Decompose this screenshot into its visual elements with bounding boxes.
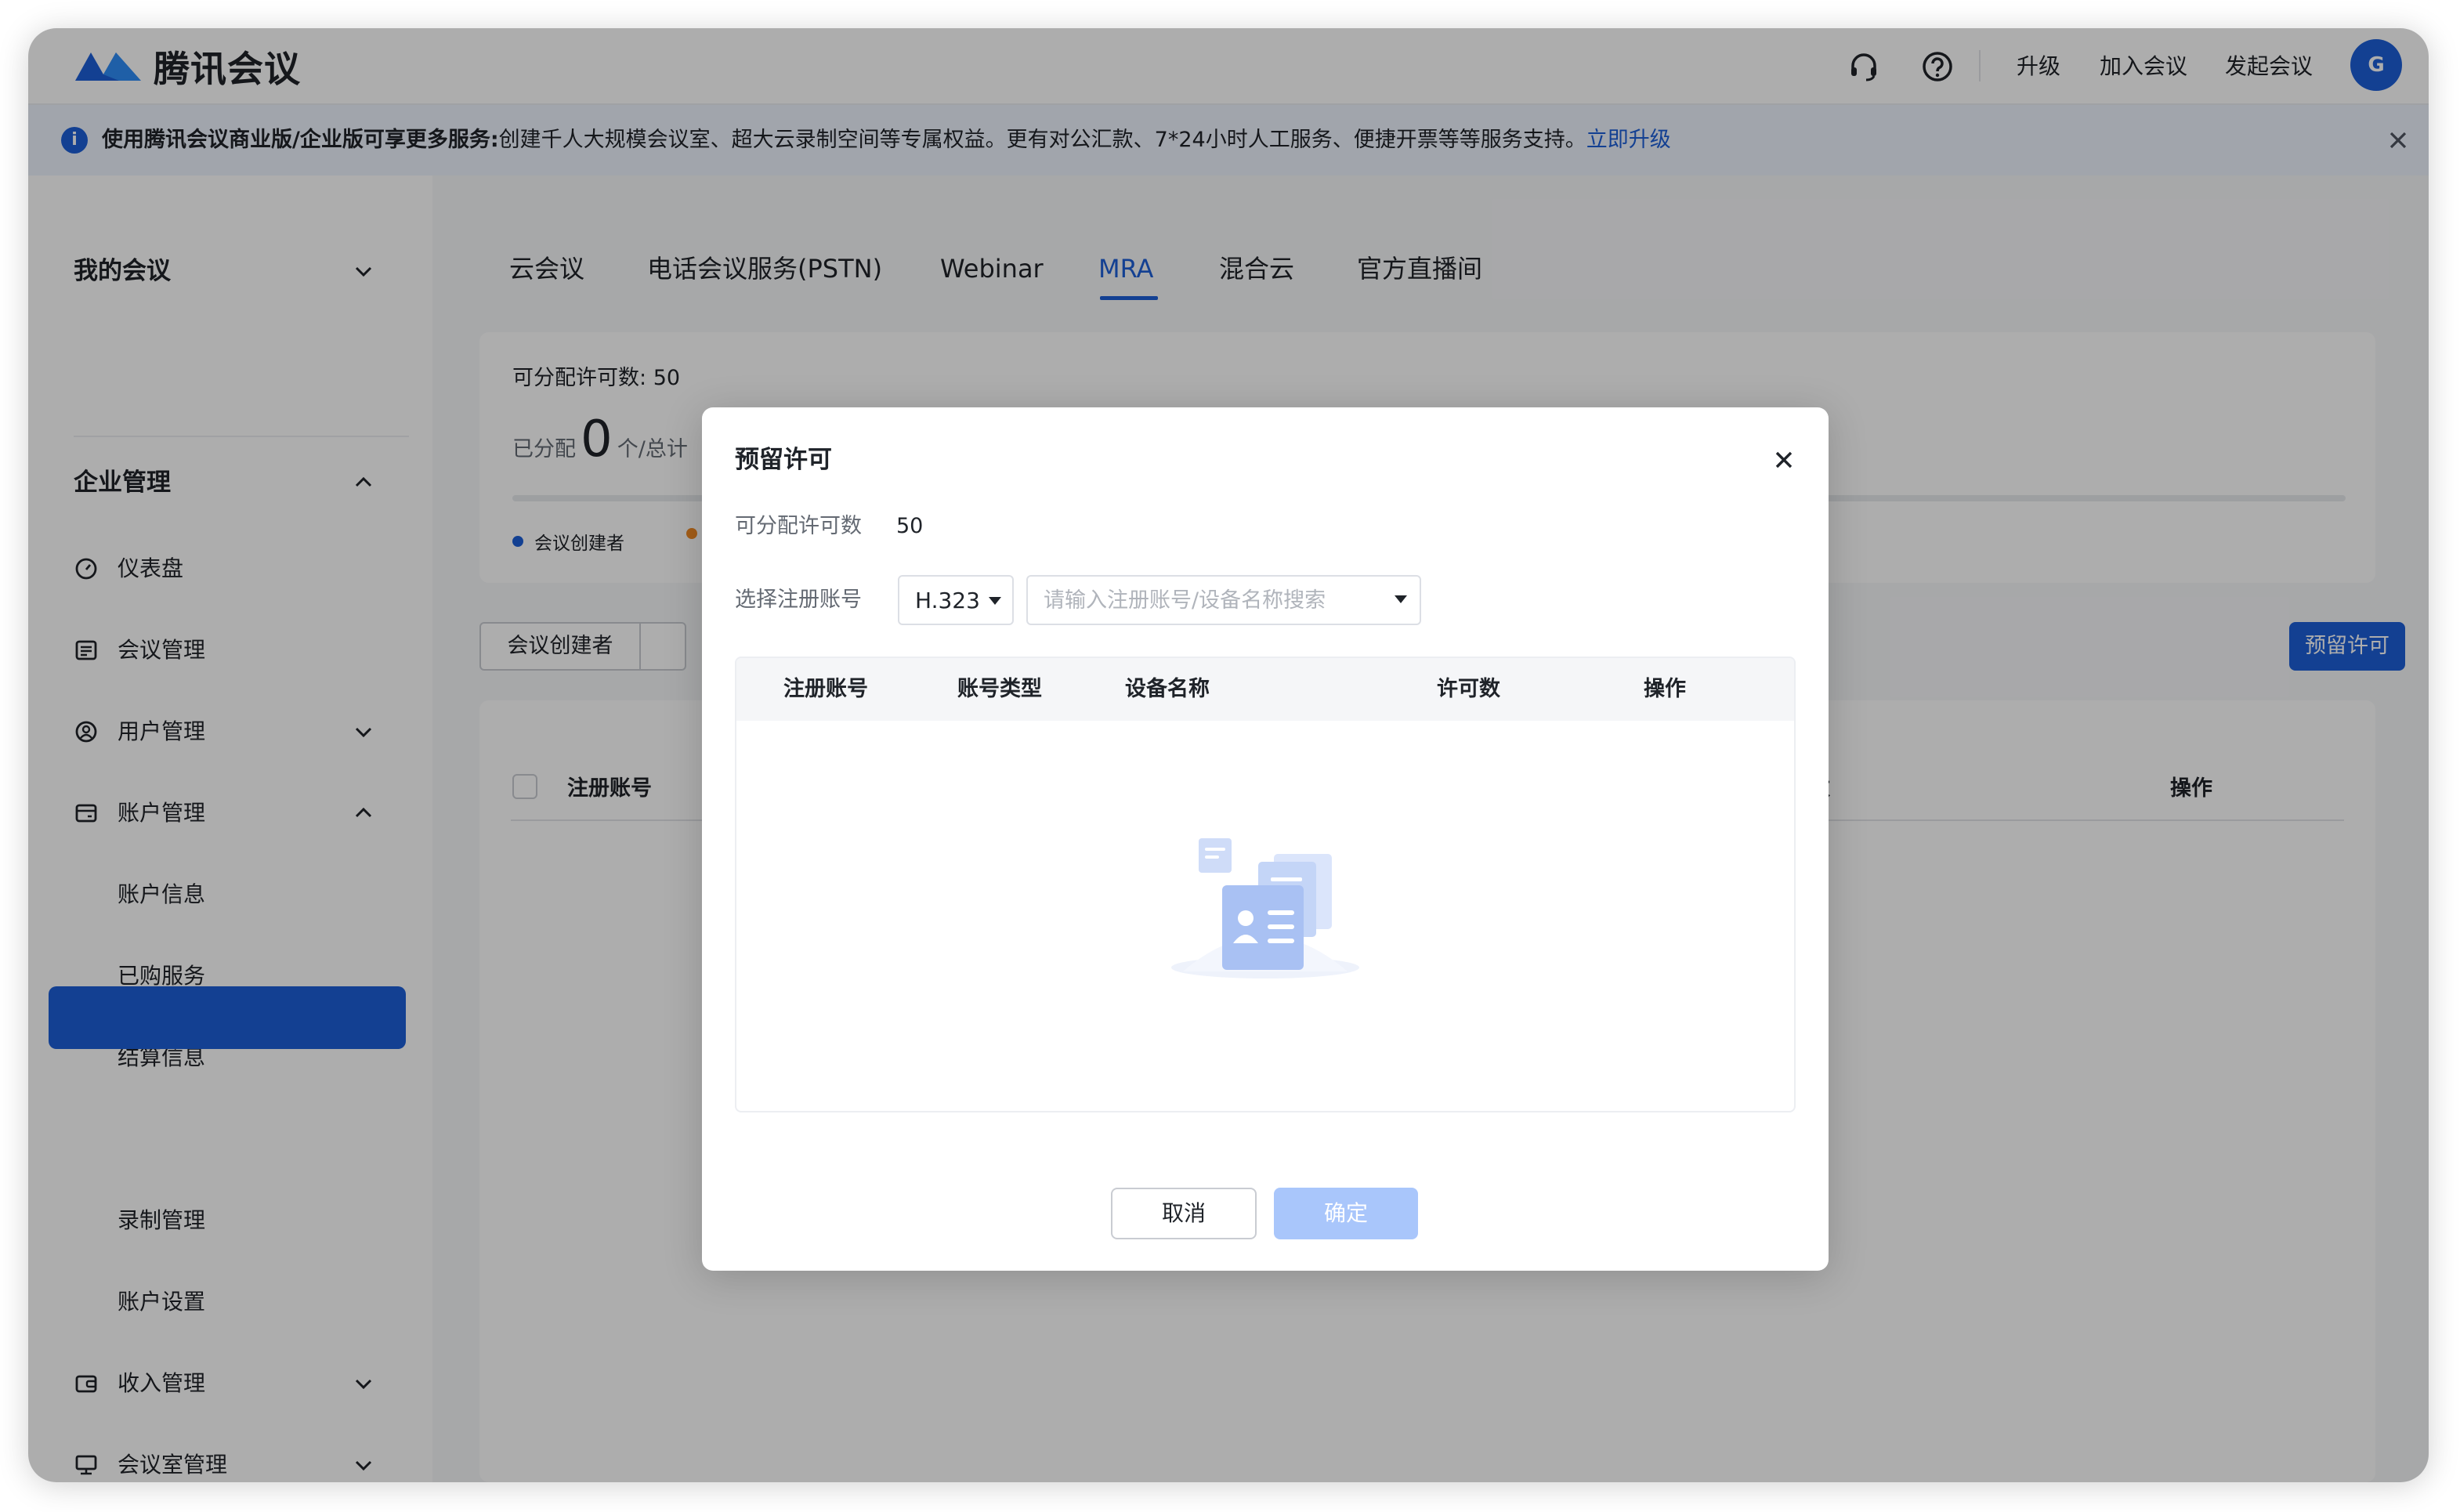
assignable-label: 可分配许可数 (735, 514, 862, 538)
account-search-input[interactable] (1026, 575, 1421, 625)
caret-down-icon[interactable] (1395, 595, 1407, 603)
confirm-button[interactable]: 确定 (1274, 1188, 1418, 1239)
select-account-label: 选择注册账号 (735, 588, 862, 612)
close-icon[interactable] (1769, 445, 1799, 475)
dialog-table-header: 注册账号 账号类型 设备名称 许可数 操作 (736, 658, 1794, 721)
column-account-type: 账号类型 (957, 677, 1042, 701)
dialog-table: 注册账号 账号类型 设备名称 许可数 操作 (735, 657, 1796, 1112)
reserve-license-dialog: 预留许可 可分配许可数 50 选择注册账号 H.323 注册账号 账号类型 设备… (702, 407, 1829, 1271)
protocol-value: H.323 (915, 588, 980, 613)
cancel-button[interactable]: 取消 (1111, 1188, 1257, 1239)
app-window: 腾讯会议 升级 加入会议 发起会议 G i 使用腾讯会议商业版/企业版可享更多服… (28, 28, 2429, 1482)
assignable-value: 50 (896, 514, 924, 538)
dialog-title: 预留许可 (735, 446, 832, 474)
column-license-count: 许可数 (1437, 677, 1500, 701)
protocol-select[interactable]: H.323 (898, 575, 1014, 625)
empty-state-icon (1171, 838, 1359, 978)
column-action: 操作 (1644, 677, 1686, 701)
caret-down-icon (989, 597, 1001, 605)
column-account: 注册账号 (783, 677, 868, 701)
column-device-name: 设备名称 (1125, 677, 1210, 701)
